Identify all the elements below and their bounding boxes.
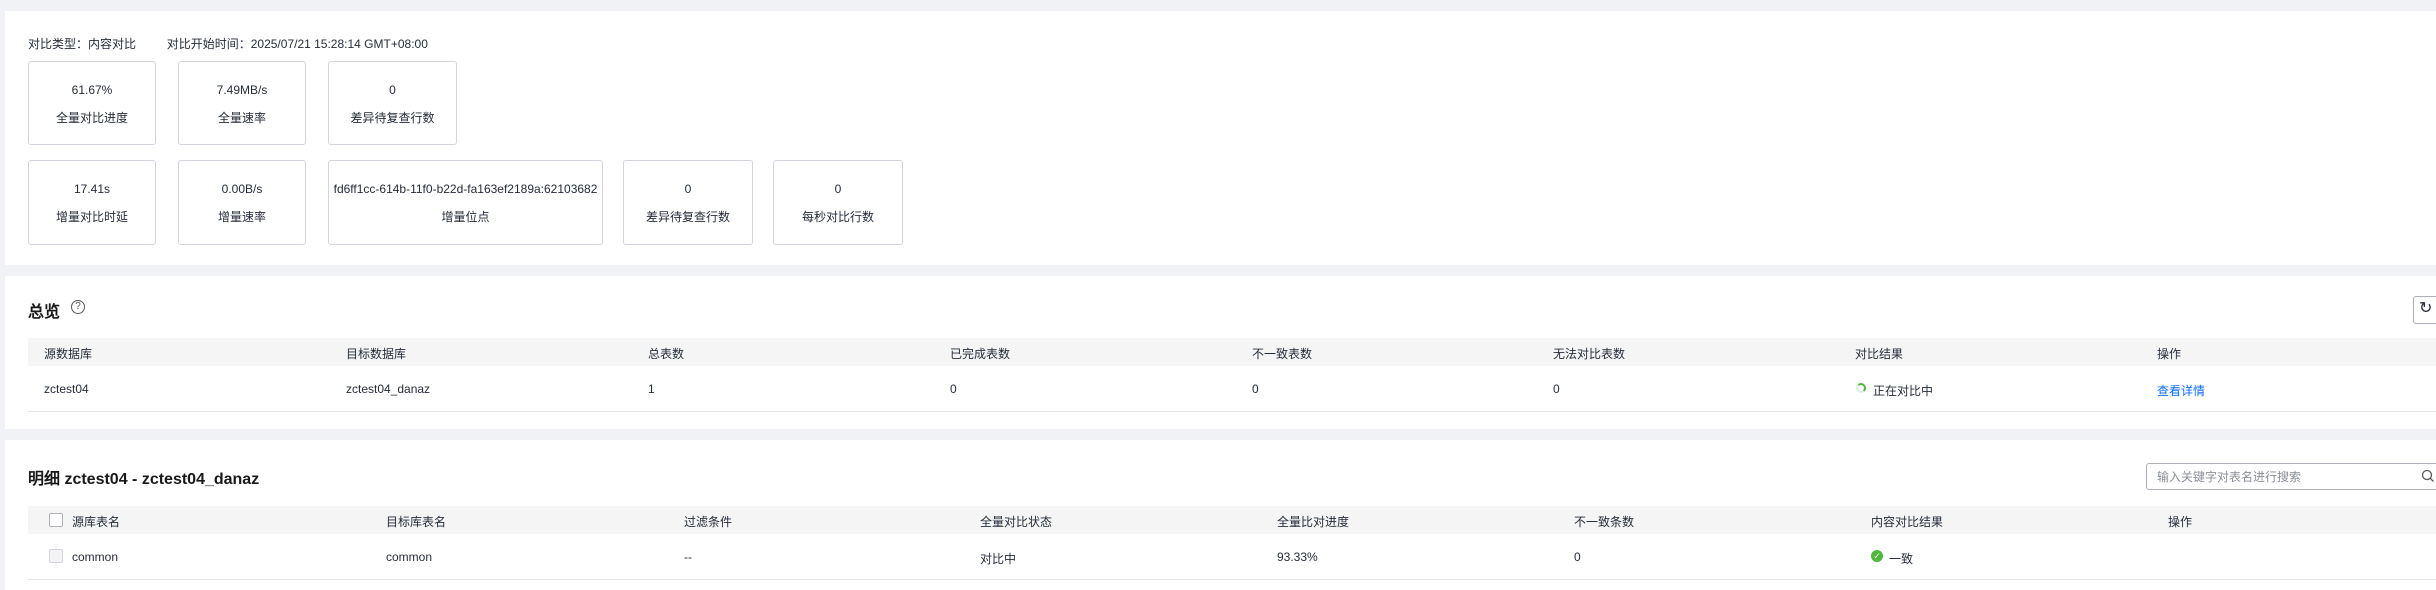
select-all-checkbox[interactable]: [49, 513, 63, 527]
column-header: 操作: [2157, 347, 2182, 361]
column-header: 内容对比结果: [1871, 515, 1944, 529]
metric-label: 差异待复查行数: [350, 111, 435, 125]
overview-table: 源数据库 目标数据库 总表数 已完成表数 不一致表数 无法对比表数 对比结果 操…: [28, 338, 2436, 412]
metric-label: 增量位点: [441, 210, 490, 224]
target-db-cell: zctest04_danaz: [346, 382, 431, 396]
column-header: 源数据库: [44, 347, 93, 361]
column-header: 源库表名: [72, 515, 121, 529]
metric-label: 增量对比时延: [55, 210, 128, 224]
metric-card-rows-per-second: 0 每秒对比行数: [773, 160, 903, 245]
metric-value: 0.00B/s: [221, 182, 263, 196]
full-status-cell: 对比中: [980, 552, 1017, 566]
refresh-button[interactable]: ↻: [2413, 296, 2436, 324]
detail-table-header: 源库表名 目标库表名 过滤条件 全量对比状态 全量比对进度 不一致条数 内容对比…: [28, 506, 2436, 534]
metric-value: fd6ff1cc-614b-11f0-b22d-fa163ef2189a:621…: [333, 182, 598, 196]
filter-cell: --: [684, 550, 692, 564]
completed-tables-cell: 0: [950, 382, 957, 396]
metric-card-full-progress: 61.67% 全量对比进度: [28, 61, 156, 145]
column-header: 目标数据库: [346, 347, 407, 361]
column-header: 目标库表名: [386, 515, 447, 529]
column-header: 已完成表数: [950, 347, 1011, 361]
content-result-cell: 一致: [1889, 552, 1914, 566]
compare-result-cell: 正在对比中: [1873, 384, 1934, 398]
column-header: 总表数: [648, 347, 685, 361]
comparison-metrics-panel: 对比类型：内容对比 对比开始时间：2025/07/21 15:28:14 GMT…: [5, 11, 2436, 265]
metric-value: 7.49MB/s: [216, 83, 268, 97]
metric-card-incremental-delay: 17.41s 增量对比时延: [28, 160, 156, 245]
metric-card-incremental-rate: 0.00B/s 增量速率: [178, 160, 306, 245]
metric-label: 每秒对比行数: [801, 210, 874, 224]
metric-label: 差异待复查行数: [645, 210, 730, 224]
source-table-cell: common: [72, 550, 119, 564]
column-header: 无法对比表数: [1553, 347, 1626, 361]
row-checkbox[interactable]: [49, 549, 63, 563]
overview-table-header: 源数据库 目标数据库 总表数 已完成表数 不一致表数 无法对比表数 对比结果 操…: [28, 338, 2436, 366]
metric-card-full-diff-rows: 0 差异待复查行数: [328, 61, 457, 145]
metric-label: 全量速率: [217, 111, 266, 125]
source-db-cell: zctest04: [44, 382, 89, 396]
refresh-icon: ↻: [2419, 300, 2433, 317]
success-check-icon: ✓: [1871, 550, 1883, 562]
column-header: 全量对比状态: [980, 515, 1053, 529]
uncomparable-tables-cell: 0: [1553, 382, 1560, 396]
metric-value: 61.67%: [71, 83, 113, 97]
column-header: 不一致表数: [1252, 347, 1313, 361]
column-header: 对比结果: [1855, 347, 1904, 361]
metric-card-incremental-diff-rows: 0 差异待复查行数: [623, 160, 753, 245]
table-search-input[interactable]: [2157, 469, 2407, 485]
table-search-box[interactable]: [2146, 463, 2436, 490]
metric-label: 全量对比进度: [55, 111, 128, 125]
detail-panel: 明细 zctest04 - zctest04_danaz 源库表名 目标库表名 …: [5, 440, 2436, 590]
metric-value: 17.41s: [73, 182, 111, 196]
metric-value: 0: [684, 182, 692, 196]
help-icon[interactable]: ?: [71, 300, 85, 314]
total-tables-cell: 1: [648, 382, 655, 396]
table-row: common common -- 对比中 93.33% 0 ✓ 一致: [28, 534, 2436, 580]
start-time-value: 2025/07/21 15:28:14 GMT+08:00: [250, 37, 428, 51]
metric-card-full-rate: 7.49MB/s 全量速率: [178, 61, 306, 145]
detail-title: 明细 zctest04 - zctest04_danaz: [28, 471, 260, 488]
inconsistent-tables-cell: 0: [1252, 382, 1259, 396]
detail-table: 源库表名 目标库表名 过滤条件 全量对比状态 全量比对进度 不一致条数 内容对比…: [28, 506, 2436, 580]
metric-card-incremental-position: fd6ff1cc-614b-11f0-b22d-fa163ef2189a:621…: [328, 160, 603, 245]
start-time-label: 对比开始时间：: [166, 37, 251, 51]
column-header: 不一致条数: [1574, 515, 1635, 529]
metric-value: 0: [389, 83, 396, 97]
compare-type-label: 对比类型：: [28, 37, 89, 51]
comparison-meta-line: 对比类型：内容对比 对比开始时间：2025/07/21 15:28:14 GMT…: [28, 35, 428, 52]
search-icon[interactable]: [2420, 468, 2436, 484]
column-header: 全量比对进度: [1277, 515, 1350, 529]
target-table-cell: common: [386, 550, 433, 564]
overview-panel: 总览 ? ↻ 源数据库 目标数据库 总表数 已完成表数 不一致表数 无法对比表数…: [5, 276, 2436, 429]
view-details-link[interactable]: 查看详情: [2157, 382, 2205, 399]
column-header: 操作: [2168, 515, 2193, 529]
loading-spinner-icon: [1856, 383, 1866, 393]
inconsistent-count-cell: 0: [1574, 550, 1581, 564]
metric-value: 0: [834, 182, 842, 196]
overview-title: 总览: [28, 304, 61, 321]
table-row: zctest04 zctest04_danaz 1 0 0 0 正在对比中 查看…: [28, 366, 2436, 412]
metric-label: 增量速率: [217, 210, 266, 224]
compare-type-value: 内容对比: [88, 37, 137, 51]
full-progress-cell: 93.33%: [1277, 550, 1318, 564]
column-header: 过滤条件: [684, 515, 733, 529]
